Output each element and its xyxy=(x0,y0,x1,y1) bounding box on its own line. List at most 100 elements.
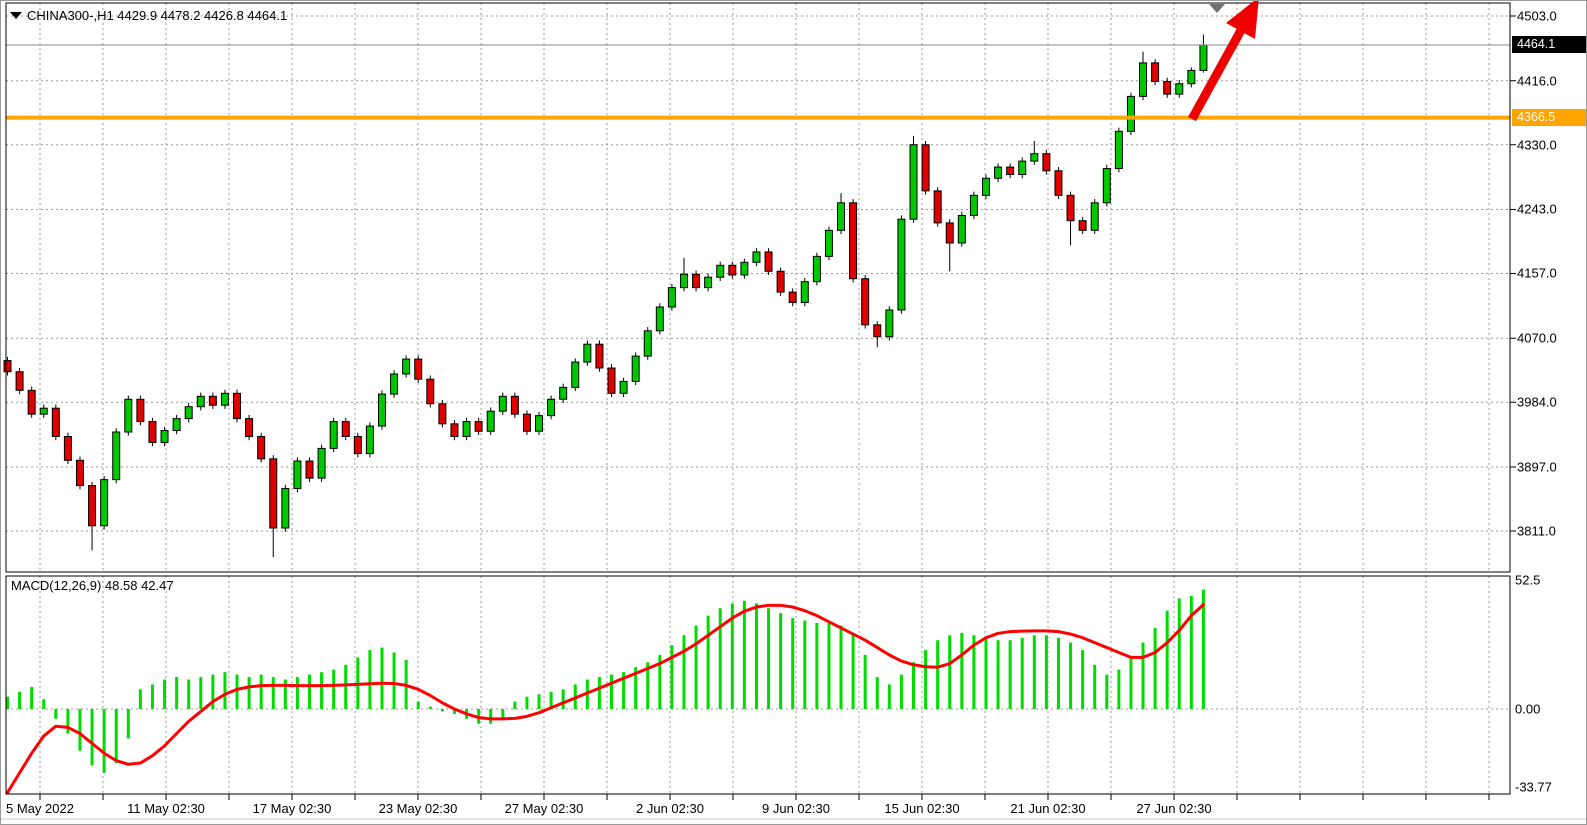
time-axis-label: 23 May 02:30 xyxy=(379,801,458,816)
candle-body xyxy=(620,381,627,393)
symbol-dropdown-icon[interactable] xyxy=(10,12,22,19)
candle-body xyxy=(934,191,941,223)
candle-body xyxy=(463,422,470,437)
candle-body xyxy=(76,460,83,485)
macd-signal-line xyxy=(8,605,1204,793)
macd-axis-label: -33.77 xyxy=(1515,780,1552,795)
candle-body xyxy=(415,359,422,379)
candle-body xyxy=(173,419,180,431)
candle-body xyxy=(910,145,917,219)
candle-body xyxy=(318,448,325,478)
macd-panel-border xyxy=(6,576,1510,794)
candle-body xyxy=(1031,154,1038,161)
candle-body xyxy=(838,203,845,231)
candle-body xyxy=(898,219,905,310)
candle-body xyxy=(391,374,398,394)
candle-body xyxy=(1200,45,1207,70)
candle-body xyxy=(234,393,241,418)
candle-body xyxy=(717,265,724,277)
price-chart-canvas[interactable] xyxy=(1,1,1587,825)
candle-body xyxy=(40,408,47,414)
candle-body xyxy=(729,265,736,275)
time-axis-label: 11 May 02:30 xyxy=(127,801,205,816)
main-panel-border xyxy=(6,3,1510,572)
time-axis-label: 27 Jun 02:30 xyxy=(1136,801,1211,816)
candle-body xyxy=(1067,195,1074,220)
candle-body xyxy=(1176,84,1183,94)
chart-end-marker-icon xyxy=(1209,4,1225,13)
price-axis-label: 4503.0 xyxy=(1517,9,1557,24)
candle-body xyxy=(668,288,675,307)
price-axis-label: 4243.0 xyxy=(1517,202,1557,217)
candle-body xyxy=(1140,63,1147,96)
time-axis-label: 5 May 2022 xyxy=(6,801,74,816)
candle-body xyxy=(536,416,543,432)
candle-body xyxy=(378,394,385,426)
candle-body xyxy=(1152,63,1159,82)
time-axis-label: 2 Jun 02:30 xyxy=(636,801,704,816)
candle-body xyxy=(644,331,651,356)
candle-body xyxy=(125,399,132,432)
candle-body xyxy=(922,145,929,191)
candle-body xyxy=(1007,167,1014,174)
price-axis-label: 3984.0 xyxy=(1517,395,1557,410)
candle-body xyxy=(258,436,265,458)
candle-body xyxy=(753,252,760,262)
hline-level-badge: 4366.5 xyxy=(1512,109,1587,126)
candle-body xyxy=(185,407,192,419)
candle-body xyxy=(246,419,253,437)
candle-body xyxy=(680,274,687,287)
candle-body xyxy=(306,461,313,478)
candle-body xyxy=(475,422,482,432)
time-axis-label: 17 May 02:30 xyxy=(253,801,332,816)
candle-body xyxy=(801,282,808,303)
candle-body xyxy=(958,215,965,243)
candle-body xyxy=(705,277,712,287)
candle-body xyxy=(1103,169,1110,203)
candle-body xyxy=(137,399,144,421)
candle-body xyxy=(89,486,96,526)
candle-body xyxy=(1043,154,1050,171)
candle-body xyxy=(161,431,168,443)
candle-body xyxy=(1188,70,1195,83)
candle-body xyxy=(995,167,1002,178)
candle-body xyxy=(4,361,11,372)
candle-body xyxy=(982,178,989,195)
candle-body xyxy=(1055,171,1062,196)
candle-body xyxy=(16,372,23,391)
candle-body xyxy=(342,422,349,437)
candle-body xyxy=(427,379,434,404)
candle-body xyxy=(850,203,857,279)
time-axis-label: 27 May 02:30 xyxy=(505,801,584,816)
candle-body xyxy=(354,436,361,453)
current-price-badge: 4464.1 xyxy=(1512,36,1587,53)
candle-body xyxy=(741,262,748,275)
macd-axis-label: 0.00 xyxy=(1515,702,1540,717)
candle-body xyxy=(1079,221,1086,231)
price-axis-label: 3811.0 xyxy=(1517,523,1556,538)
candle-body xyxy=(632,356,639,381)
candle-body xyxy=(1164,81,1171,94)
candle-body xyxy=(28,390,35,414)
candle-body xyxy=(693,274,700,287)
candle-body xyxy=(765,252,772,271)
price-axis-label: 4070.0 xyxy=(1517,331,1557,346)
time-axis-label: 21 Jun 02:30 xyxy=(1010,801,1085,816)
price-axis-label: 3897.0 xyxy=(1517,459,1557,474)
candle-body xyxy=(366,426,373,454)
candle-body xyxy=(777,271,784,292)
candle-body xyxy=(596,344,603,368)
price-axis-label: 4157.0 xyxy=(1517,266,1557,281)
candle-body xyxy=(874,325,881,337)
candle-body xyxy=(813,256,820,281)
chart-title: CHINA300-,H1 4429.9 4478.2 4426.8 4464.1 xyxy=(27,8,287,23)
candle-body xyxy=(101,480,108,526)
candle-body xyxy=(1091,203,1098,231)
candle-body xyxy=(572,362,579,387)
candle-body xyxy=(64,436,71,460)
candle-body xyxy=(584,344,591,362)
candle-body xyxy=(282,489,289,528)
candle-body xyxy=(270,459,277,528)
candle-body xyxy=(149,422,156,443)
candle-body xyxy=(946,223,953,243)
